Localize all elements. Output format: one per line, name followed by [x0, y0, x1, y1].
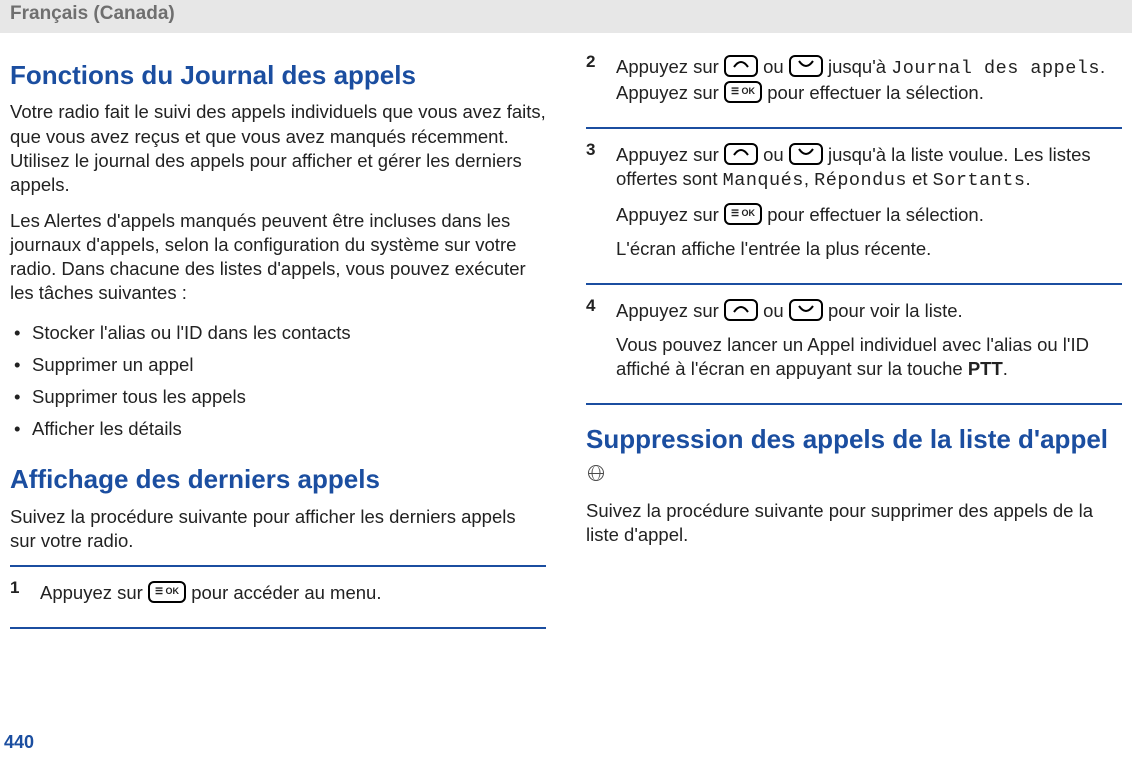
down-arrow-icon [789, 299, 823, 321]
step-number: 1 [10, 577, 40, 615]
globe-icon [588, 465, 604, 481]
section-heading-delete-calls: Suppression des appels de la liste d'app… [586, 423, 1122, 491]
menu-item-journal: Journal des appels [891, 58, 1100, 79]
up-arrow-icon [724, 143, 758, 165]
step-text: Appuyez sur pour effectuer la sélection. [616, 203, 1122, 227]
option-outgoing: Sortants [933, 170, 1026, 191]
up-arrow-icon [724, 55, 758, 77]
step-text: Appuyez sur ou jusqu'à Journal des appel… [616, 55, 1122, 105]
ok-button-icon [724, 203, 762, 225]
left-column: Fonctions du Journal des appels Votre ra… [10, 41, 546, 629]
intro-paragraph-2: Les Alertes d'appels manqués peuvent êtr… [10, 209, 546, 305]
step-text: Appuyez sur pour accéder au menu. [40, 581, 546, 605]
step-number: 2 [586, 51, 616, 115]
step-number: 3 [586, 139, 616, 271]
procedure-intro: Suivez la procédure suivante pour affich… [10, 505, 546, 553]
ok-button-icon [724, 81, 762, 103]
down-arrow-icon [789, 143, 823, 165]
down-arrow-icon [789, 55, 823, 77]
delete-intro: Suivez la procédure suivante pour suppri… [586, 499, 1122, 547]
page-number: 440 [4, 731, 34, 754]
step-number: 4 [586, 295, 616, 391]
step-text: Appuyez sur ou jusqu'à la liste voulue. … [616, 143, 1122, 193]
step-text: Appuyez sur ou pour voir la liste. [616, 299, 1122, 323]
step-body: Appuyez sur pour accéder au menu. [40, 577, 546, 615]
page-content: Fonctions du Journal des appels Votre ra… [0, 33, 1132, 629]
up-arrow-icon [724, 299, 758, 321]
step-1: 1 Appuyez sur pour accéder au menu. [10, 565, 546, 629]
language-header: Français (Canada) [0, 0, 1132, 33]
step-3: 3 Appuyez sur ou jusqu'à la liste voulue… [586, 127, 1122, 283]
ptt-label: PTT [968, 358, 1003, 379]
step-text: L'écran affiche l'entrée la plus récente… [616, 237, 1122, 261]
step-4: 4 Appuyez sur ou pour voir la liste. Vou… [586, 283, 1122, 405]
step-2: 2 Appuyez sur ou jusqu'à Journal des app… [586, 41, 1122, 127]
section-heading-call-log-functions: Fonctions du Journal des appels [10, 59, 546, 93]
step-body: Appuyez sur ou jusqu'à la liste voulue. … [616, 139, 1122, 271]
steps-container-right: 2 Appuyez sur ou jusqu'à Journal des app… [586, 41, 1122, 406]
option-answered: Répondus [814, 170, 907, 191]
ok-button-icon [148, 581, 186, 603]
step-text: Vous pouvez lancer un Appel individuel a… [616, 333, 1122, 381]
language-label: Français (Canada) [10, 3, 175, 24]
list-item: Supprimer un appel [10, 349, 546, 381]
list-item: Supprimer tous les appels [10, 381, 546, 413]
intro-paragraph-1: Votre radio fait le suivi des appels ind… [10, 100, 546, 196]
option-missed: Manqués [723, 170, 804, 191]
list-item: Afficher les détails [10, 413, 546, 445]
step-body: Appuyez sur ou pour voir la liste. Vous … [616, 295, 1122, 391]
step-body: Appuyez sur ou jusqu'à Journal des appel… [616, 51, 1122, 115]
list-item: Stocker l'alias ou l'ID dans les contact… [10, 317, 546, 349]
section-heading-view-recent: Affichage des derniers appels [10, 463, 546, 497]
task-list: Stocker l'alias ou l'ID dans les contact… [10, 317, 546, 445]
steps-container: 1 Appuyez sur pour accéder au menu. [10, 565, 546, 629]
right-column: 2 Appuyez sur ou jusqu'à Journal des app… [586, 41, 1122, 629]
